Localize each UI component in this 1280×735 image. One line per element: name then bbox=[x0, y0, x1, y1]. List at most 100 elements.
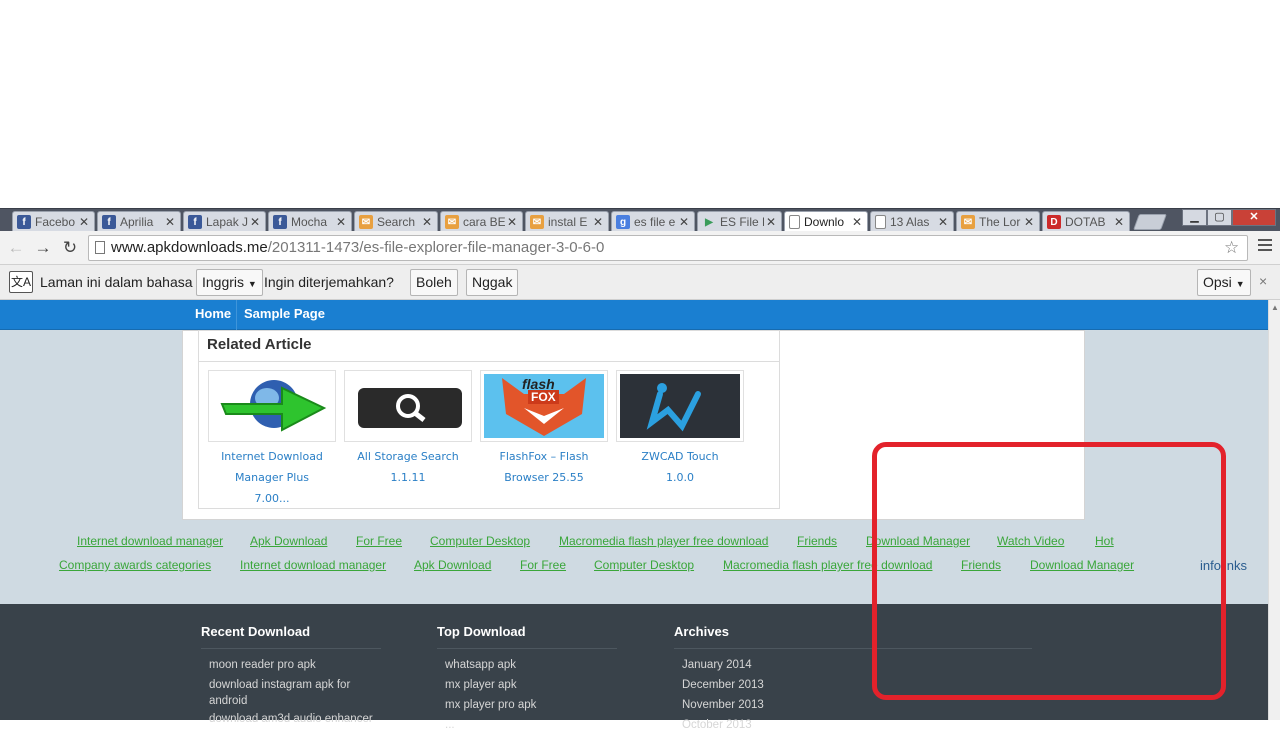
related-caption[interactable]: ZWCAD Touch bbox=[616, 446, 744, 467]
close-icon[interactable]: × bbox=[1259, 273, 1267, 289]
related-caption[interactable]: Browser 25.55 bbox=[480, 467, 608, 488]
related-item[interactable]: Internet Download Manager Plus 7.00... bbox=[208, 370, 336, 509]
footer-link[interactable]: October 2013 bbox=[682, 715, 1032, 735]
browser-tab[interactable]: Downlo ✕ bbox=[784, 211, 868, 232]
close-tab-icon[interactable]: ✕ bbox=[677, 215, 691, 229]
browser-tab[interactable]: f Lapak J ✕ bbox=[183, 211, 266, 232]
close-tab-icon[interactable]: ✕ bbox=[334, 215, 348, 229]
tag-link[interactable]: Computer Desktop bbox=[594, 558, 694, 572]
tag-link[interactable]: Friends bbox=[797, 534, 837, 548]
close-tab-icon[interactable]: ✕ bbox=[505, 215, 519, 229]
footer-link[interactable]: ... bbox=[445, 715, 617, 735]
translate-options-button[interactable]: Opsi ▼ bbox=[1197, 269, 1251, 296]
footer-link[interactable]: mx player pro apk bbox=[445, 695, 617, 715]
footer-link-text: download instagram apk for bbox=[209, 679, 351, 691]
options-label: Opsi bbox=[1203, 274, 1232, 290]
thumbnail[interactable] bbox=[344, 370, 472, 442]
browser-tab[interactable]: f Aprilia ✕ bbox=[97, 211, 181, 232]
translate-no-button[interactable]: Nggak bbox=[466, 269, 519, 296]
tag-link[interactable]: Internet download manager bbox=[240, 558, 386, 572]
blank-area bbox=[0, 0, 1280, 208]
nav-sample-page[interactable]: Sample Page bbox=[244, 306, 325, 321]
footer-link[interactable]: mx player apk bbox=[445, 675, 617, 695]
close-tab-icon[interactable]: ✕ bbox=[420, 215, 434, 229]
close-tab-icon[interactable]: ✕ bbox=[591, 215, 605, 229]
related-item[interactable]: All Storage Search 1.1.11 bbox=[344, 370, 472, 488]
tag-link[interactable]: Computer Desktop bbox=[430, 534, 530, 548]
tab-title: Mocha bbox=[291, 215, 328, 229]
language-select[interactable]: Inggris ▼ bbox=[196, 269, 263, 296]
back-icon[interactable]: ← bbox=[5, 237, 27, 259]
scroll-up-icon[interactable]: ▲ bbox=[1271, 303, 1279, 312]
browser-tab[interactable]: f Mocha ✕ bbox=[268, 211, 352, 232]
url-host: www.apkdownloads.me bbox=[111, 239, 268, 256]
browser-tab[interactable]: ✉ instal E ✕ bbox=[525, 211, 609, 232]
forum-icon: ✉ bbox=[445, 215, 459, 229]
tag-link[interactable]: Apk Download bbox=[250, 534, 327, 548]
forum-icon: ✉ bbox=[530, 215, 544, 229]
address-bar[interactable]: www.apkdownloads.me/201311-1473/es-file-… bbox=[88, 235, 1248, 261]
footer-link[interactable]: whatsapp apk bbox=[445, 655, 617, 675]
tab-title: Downlo bbox=[804, 215, 845, 229]
browser-tab[interactable]: f Facebo ✕ bbox=[12, 211, 95, 232]
maximize-icon[interactable]: ▢ bbox=[1207, 209, 1232, 226]
zwcad-logo-icon bbox=[620, 374, 740, 438]
forward-icon[interactable]: → bbox=[32, 237, 54, 259]
browser-tab[interactable]: ✉ The Lor ✕ bbox=[956, 211, 1040, 232]
page-scrollbar[interactable]: ▲ bbox=[1268, 300, 1280, 720]
related-caption[interactable]: FlashFox – Flash bbox=[480, 446, 608, 467]
browser-tab[interactable]: g es file e ✕ bbox=[611, 211, 695, 232]
menu-icon[interactable] bbox=[1258, 239, 1272, 254]
thumbnail[interactable] bbox=[208, 370, 336, 442]
tag-link[interactable]: Internet download manager bbox=[77, 534, 223, 548]
browser-tab[interactable]: D DOTAB ✕ bbox=[1042, 211, 1130, 232]
reload-icon[interactable]: ↻ bbox=[59, 237, 81, 259]
related-caption[interactable]: All Storage Search bbox=[344, 446, 472, 467]
translate-yes-button[interactable]: Boleh bbox=[410, 269, 458, 296]
divider bbox=[437, 648, 617, 649]
related-caption[interactable]: Manager Plus bbox=[208, 467, 336, 488]
browser-tab[interactable]: ✉ Search ✕ bbox=[354, 211, 438, 232]
facebook-icon: f bbox=[102, 215, 116, 229]
thumbnail[interactable] bbox=[616, 370, 744, 442]
bookmark-star-icon[interactable]: ☆ bbox=[1224, 238, 1239, 258]
tag-link[interactable]: For Free bbox=[520, 558, 566, 572]
related-item[interactable]: flash FOX FlashFox – Flash Browser 25.55 bbox=[480, 370, 608, 488]
related-caption[interactable]: Internet Download bbox=[208, 446, 336, 467]
browser-tab[interactable]: 13 Alas ✕ bbox=[870, 211, 954, 232]
new-tab-button[interactable] bbox=[1133, 214, 1167, 230]
close-window-icon[interactable]: ✕ bbox=[1232, 209, 1276, 226]
thumbnail[interactable]: flash FOX bbox=[480, 370, 608, 442]
google-icon: g bbox=[616, 215, 630, 229]
close-tab-icon[interactable]: ✕ bbox=[248, 215, 262, 229]
related-caption[interactable]: 1.1.11 bbox=[344, 467, 472, 488]
close-tab-icon[interactable]: ✕ bbox=[163, 215, 177, 229]
related-caption[interactable]: 1.0.0 bbox=[616, 467, 744, 488]
tab-title: Lapak J bbox=[206, 215, 248, 229]
close-tab-icon[interactable]: ✕ bbox=[850, 215, 864, 229]
close-tab-icon[interactable]: ✕ bbox=[936, 215, 950, 229]
minimize-icon[interactable]: ▁ bbox=[1182, 209, 1207, 226]
search-icon bbox=[348, 374, 468, 438]
tab-title: cara BE bbox=[463, 215, 505, 229]
browser-tab[interactable]: ✉ cara BE ✕ bbox=[440, 211, 523, 232]
tag-link[interactable]: Company awards categories bbox=[59, 558, 211, 572]
footer-recent-download: Recent Download moon reader pro apk down… bbox=[201, 624, 381, 729]
footer-link[interactable]: download instagram apk for android bbox=[209, 675, 381, 709]
close-tab-icon[interactable]: ✕ bbox=[1022, 215, 1036, 229]
tab-title: 13 Alas bbox=[890, 215, 930, 229]
close-tab-icon[interactable]: ✕ bbox=[77, 215, 91, 229]
close-tab-icon[interactable]: ✕ bbox=[764, 215, 778, 229]
footer-link[interactable]: download am3d audio enhancer bbox=[209, 709, 381, 729]
related-caption[interactable]: 7.00... bbox=[208, 488, 336, 509]
footer-link[interactable]: moon reader pro apk bbox=[209, 655, 381, 675]
site-nav: Home Sample Page bbox=[0, 300, 1280, 330]
divider bbox=[199, 361, 779, 362]
related-item[interactable]: ZWCAD Touch 1.0.0 bbox=[616, 370, 744, 488]
nav-home[interactable]: Home bbox=[195, 306, 231, 321]
tag-link[interactable]: Apk Download bbox=[414, 558, 491, 572]
tag-link[interactable]: Macromedia flash player free download bbox=[559, 534, 768, 548]
browser-tab[interactable]: ▶ ES File E✕ bbox=[697, 211, 782, 232]
close-tab-icon[interactable]: ✕ bbox=[1112, 215, 1126, 229]
tag-link[interactable]: For Free bbox=[356, 534, 402, 548]
